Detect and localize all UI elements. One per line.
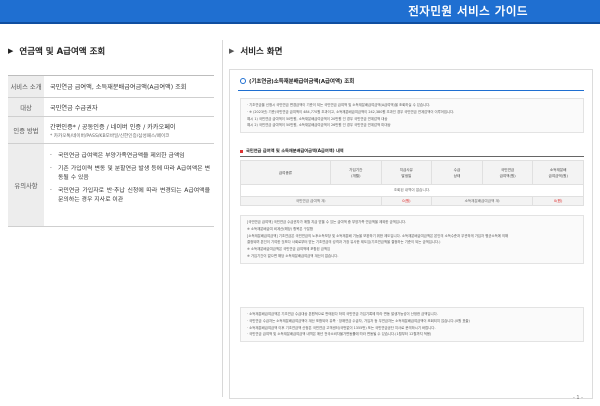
auth-note: * 카카오톡/네이버/PASS/KB모바일/신한인증/삼성패스/페이코 (50, 133, 170, 139)
note-bullet: · 국민연금 가입자로 반·추납 신청에 따라 변경되는 A급여액을 문의하는 경… (50, 188, 210, 203)
sum-label: 소득재분배급여금액 계: (431, 196, 534, 206)
table-header: 가입기간 (개월) (330, 160, 382, 185)
page-header: 전자민원 서비스 가이드 (0, 0, 600, 24)
right-section-title-text: 서비스 화면 (240, 47, 283, 57)
left-section: ▶ 연금액 및 A급여액 조회 서비스 소개 국민연금 급여액, 소득재분배급여… (8, 45, 214, 227)
breakdown-heading-line (240, 156, 584, 157)
table-sum-row: 국민연금 급여액 계: 0(원) 소득재분배급여금액 계: 0(원) (240, 196, 584, 206)
triangle-icon: ▶ (229, 47, 235, 55)
note-bullet: · 기존 가입이력 변동 및 분할연금 발생 등에 따라 A급여액은 변동될 수 … (50, 166, 210, 181)
note-bullet: · 국민연금 급여액은 부양가족연금액을 제외한 금액임 (50, 153, 185, 159)
info-label: 서비스 소개 (8, 76, 44, 97)
empty-message: 조회된 내역이 없습니다. (240, 184, 584, 197)
info-label: 대상 (8, 98, 44, 116)
intro-notice: · 기초연금을 신청시 국민연금 변경금액이 기준이 되는 국민연금 급여액 및… (240, 98, 584, 134)
table-header-row: 급여종류 가입기간 (개월) 지급사유 발생일 수급 상태 국민연금 급여액(원… (240, 160, 584, 185)
sum-value: 0(원) (380, 196, 433, 206)
table-header: 급여종류 (240, 160, 331, 185)
service-screen-panel: (기초연금)소득재분배급여금액(A급여액) 조회 · 기초연금을 신청시 국민연… (229, 69, 593, 399)
table-header: 지급사유 발생일 (380, 160, 433, 185)
right-section-title: ▶ 서비스 화면 (229, 45, 593, 57)
table-header: 국민연금 급여액(원) (481, 160, 534, 185)
header-underline (0, 22, 600, 24)
triangle-icon: ▶ (8, 47, 14, 55)
definition-notice: [국민연금 급여액] 국민연금 수급권자가 매월 지급 받을 수 있는 급여액 … (240, 215, 584, 264)
square-bullet-icon (240, 149, 243, 153)
info-value: 국민연금 수급권자 (50, 104, 98, 112)
table-header: 수급 상태 (431, 160, 483, 185)
table-header: 소득재분배 급여금액(원) (532, 160, 584, 185)
sum-value: 0(원) (532, 196, 584, 206)
info-value: 간편인증* / 공동인증 / 네이버 인증 / 카카오페이 * 카카오톡/네이버… (44, 117, 214, 143)
page-number: - 1 - (573, 395, 583, 401)
sum-label: 국민연금 급여액 계: (240, 196, 382, 206)
service-info-table: 서비스 소개 국민연금 급여액, 소득재분배급여금액(A급여액) 조회 대상 국… (8, 75, 214, 227)
info-label: 인증 방법 (8, 117, 44, 143)
header-accent (540, 0, 600, 22)
panel-heading: (기초연금)소득재분배급여금액(A급여액) 조회 (240, 77, 354, 85)
left-section-title-text: 연금액 및 A급여액 조회 (19, 47, 106, 57)
circle-bullet-icon (240, 78, 246, 84)
left-section-title: ▶ 연금액 및 A급여액 조회 (8, 45, 214, 57)
benefit-table: 급여종류 가입기간 (개월) 지급사유 발생일 수급 상태 국민연금 급여액(원… (240, 160, 584, 206)
right-section: ▶ 서비스 화면 (229, 45, 593, 57)
info-label: 유의사항 (8, 144, 44, 226)
info-row-auth: 인증 방법 간편인증* / 공동인증 / 네이버 인증 / 카카오페이 * 카카… (8, 117, 214, 144)
info-row-notes: 유의사항 · 국민연금 급여액은 부양가족연금액을 제외한 금액임 · 기존 가입이… (8, 144, 214, 227)
panel-heading-line (238, 90, 584, 91)
header-title: 전자민원 서비스 가이드 (408, 4, 528, 18)
table-row: 조회된 내역이 없습니다. (240, 184, 584, 197)
info-value: 국민연금 급여액, 소득재분배급여금액(A급여액) 조회 (50, 84, 187, 91)
guidance-notice: · 소득재분배급여금액은 기초연금 수급대상 본원적으로 판매된다 하여 국민연… (240, 307, 584, 343)
breakdown-heading: 국민연금 급여액 및 소득재분배급여금액(A급여액) 내역 (240, 148, 344, 154)
info-row-intro: 서비스 소개 국민연금 급여액, 소득재분배급여금액(A급여액) 조회 (8, 76, 214, 98)
info-value: · 국민연금 급여액은 부양가족연금액을 제외한 금액임 · 기존 가입이력 변동 … (44, 144, 214, 226)
column-divider (222, 40, 223, 397)
info-row-target: 대상 국민연금 수급권자 (8, 98, 214, 117)
